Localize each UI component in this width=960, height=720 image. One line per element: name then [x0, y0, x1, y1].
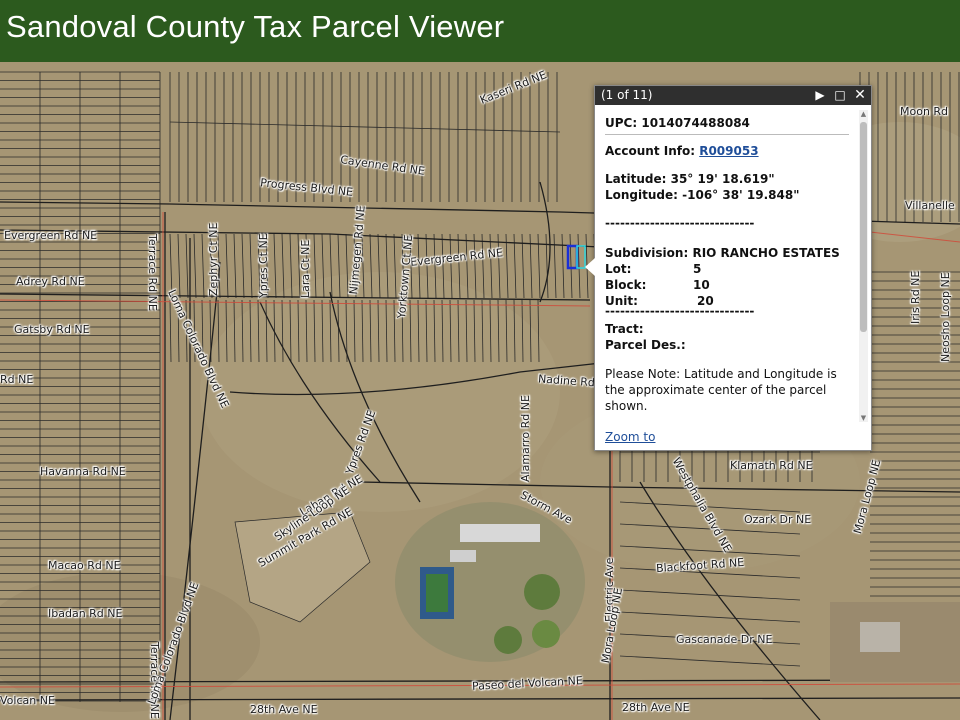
map-label-klamath: Klamath Rd NE: [730, 459, 813, 472]
sports-complex: [395, 502, 585, 662]
upc-row: UPC: 1014074488084: [605, 116, 750, 130]
map-label-volcan: Volcan NE: [0, 694, 55, 707]
close-icon[interactable]: ✕: [851, 86, 869, 105]
dash-separator-2: ------------------------------: [605, 304, 755, 318]
map-label-ave28_e: 28th Ave NE: [622, 701, 690, 714]
lot-value: 5: [693, 262, 702, 276]
map-label-havanna: Havanna Rd NE: [40, 465, 126, 478]
longitude-row: Longitude: -106° 38' 19.848": [605, 188, 799, 202]
map-label-zephyr: Zephyr Ct NE: [207, 222, 220, 296]
lot-row: Lot: 5: [605, 262, 701, 276]
map-label-adrey: Adrey Rd NE: [16, 275, 85, 288]
latitude-value: 35° 19' 18.619": [670, 172, 775, 186]
popup-content: UPC: 1014074488084 Account Info: R009053…: [605, 114, 849, 444]
scroll-down-icon[interactable]: ▼: [859, 414, 868, 422]
block-value: 10: [693, 278, 710, 292]
map-label-ypres_ct: Ypres Ct NE: [257, 233, 270, 298]
parcel-des-row: Parcel Des.:: [605, 338, 686, 352]
map-label-moon: Moon Rd: [900, 105, 949, 118]
parcel-popup[interactable]: (1 of 11) ▶ □ ✕ UPC: 1014074488084 Accou…: [585, 85, 872, 451]
map-label-neosho: Neosho Loop NE: [939, 272, 952, 362]
dash-separator: ------------------------------: [605, 216, 755, 230]
account-label: Account Info:: [605, 144, 696, 158]
map-label-gatsby: Gatsby Rd NE: [14, 323, 90, 336]
map-label-iris: Iris Rd NE: [909, 270, 922, 324]
longitude-value: -106° 38' 19.848": [682, 188, 800, 202]
subdivision-value: RIO RANCHO ESTATES: [692, 246, 840, 260]
subdivision-label: Subdivision:: [605, 246, 689, 260]
app-header: Sandoval County Tax Parcel Viewer: [0, 0, 960, 62]
popup-scrollbar[interactable]: ▲ ▼: [859, 110, 868, 422]
account-row: Account Info: R009053: [605, 144, 759, 158]
scroll-up-icon[interactable]: ▲: [859, 110, 868, 118]
map-label-ave28_w: 28th Ave NE: [250, 703, 318, 716]
divider: [605, 134, 849, 135]
map-label-terrace: Terrace Rd NE: [146, 234, 159, 311]
map-label-macao: Macao Rd NE: [48, 559, 121, 572]
account-link[interactable]: R009053: [699, 144, 758, 158]
block-label: Block:: [605, 278, 647, 292]
map-label-lara: Lara Ct NE: [299, 239, 312, 298]
latitude-label: Latitude:: [605, 172, 667, 186]
subdivision-row: Subdivision: RIO RANCHO ESTATES: [605, 246, 840, 260]
map-label-rd_ne: Rd NE: [0, 373, 34, 386]
map-label-villanelle: Villanelle: [905, 199, 955, 212]
latitude-row: Latitude: 35° 19' 18.619": [605, 172, 775, 186]
map-label-evergreen_w: Evergreen Rd NE: [4, 229, 98, 242]
scroll-thumb[interactable]: [860, 122, 867, 332]
map-label-gascanade: Gascanade Dr NE: [676, 633, 773, 646]
tract-row: Tract:: [605, 322, 644, 336]
upc-label: UPC:: [605, 116, 638, 130]
longitude-label: Longitude:: [605, 188, 678, 202]
block-row: Block: 10: [605, 278, 710, 292]
popup-pointer: [585, 258, 595, 276]
zoom-to-link[interactable]: Zoom to: [605, 430, 655, 444]
map-label-ozark: Ozark Dr NE: [744, 513, 812, 526]
lot-label: Lot:: [605, 262, 632, 276]
coordinate-note: Please Note: Latitude and Longitude is t…: [605, 367, 837, 413]
feature-count: (1 of 11): [601, 88, 653, 102]
upc-value: 1014074488084: [641, 116, 750, 130]
industrial-area: [830, 602, 960, 682]
map-label-alamarro: Alamarro Rd NE: [519, 395, 532, 482]
map-label-ibadan: Ibadan Rd NE: [48, 607, 123, 620]
next-feature-icon[interactable]: ▶: [811, 86, 829, 105]
maximize-icon[interactable]: □: [831, 86, 849, 105]
app-title: Sandoval County Tax Parcel Viewer: [6, 9, 505, 44]
popup-titlebar: (1 of 11) ▶ □ ✕: [595, 86, 871, 105]
